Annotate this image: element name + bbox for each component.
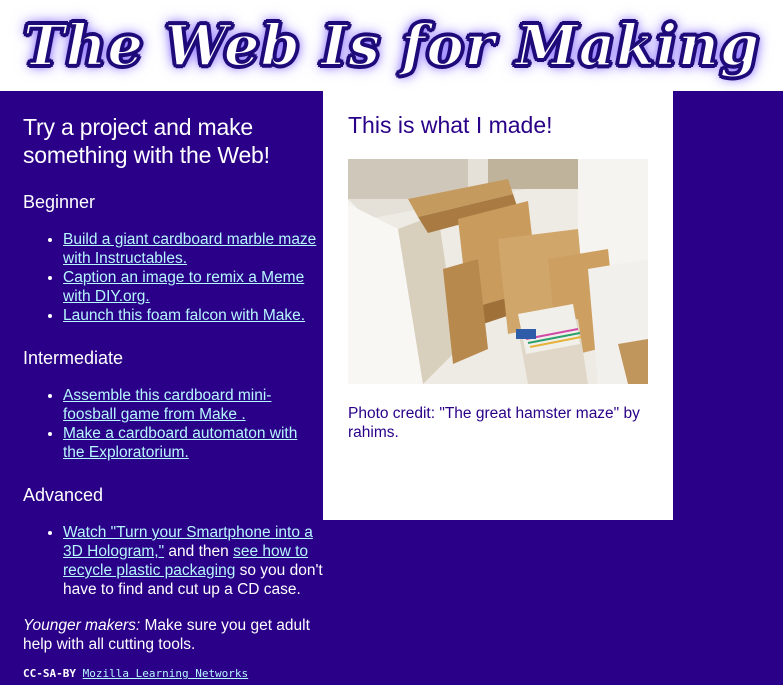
beginner-list: Build a giant cardboard marble maze with… [23,230,323,325]
list-item: Make a cardboard automaton with the Expl… [63,424,323,462]
projects-sidebar: Try a project and make something with th… [23,91,323,681]
advanced-heading: Advanced [23,485,104,505]
marble-maze-link[interactable]: Build a giant cardboard marble maze with… [63,231,316,267]
page-header: The Web Is for Making [0,0,783,91]
intermediate-list: Assemble this cardboard mini-foosball ga… [23,386,323,462]
hamster-maze-photo [348,159,648,384]
license-line: CC-SA-BY Mozilla Learning Networks [23,667,323,681]
automaton-link[interactable]: Make a cardboard automaton with the Expl… [63,425,297,461]
younger-makers-label: Younger makers: [23,617,141,634]
foosball-link[interactable]: Assemble this cardboard mini-foosball ga… [63,387,271,423]
foam-falcon-link[interactable]: Launch this foam falcon with Make. [63,307,305,324]
list-item: Watch "Turn your Smartphone into a 3D Ho… [63,523,323,599]
made-panel: This is what I made! Photo credit: "The … [323,91,673,520]
beginner-heading: Beginner [23,192,96,212]
younger-makers-note: Younger makers: Make sure you get adult … [23,616,323,654]
license-prefix: CC-SA-BY [23,667,83,680]
list-item: Build a giant cardboard marble maze with… [63,230,323,268]
advanced-text-1: and then [164,543,234,560]
list-item: Launch this foam falcon with Make. [63,306,323,325]
page-title: The Web Is for Making [22,12,760,80]
meme-caption-link[interactable]: Caption an image to remix a Meme with DI… [63,269,304,305]
intermediate-heading: Intermediate [23,348,124,368]
photo-credit: Photo credit: "The great hamster maze" b… [348,405,640,441]
sidebar-heading: Try a project and make something with th… [23,114,270,168]
list-item: Caption an image to remix a Meme with DI… [63,268,323,306]
advanced-list: Watch "Turn your Smartphone into a 3D Ho… [23,523,323,599]
hamster-maze-illustration [348,159,648,384]
panel-heading: This is what I made! [348,112,553,138]
mozilla-learning-link[interactable]: Mozilla Learning Networks [83,667,249,680]
list-item: Assemble this cardboard mini-foosball ga… [63,386,323,424]
